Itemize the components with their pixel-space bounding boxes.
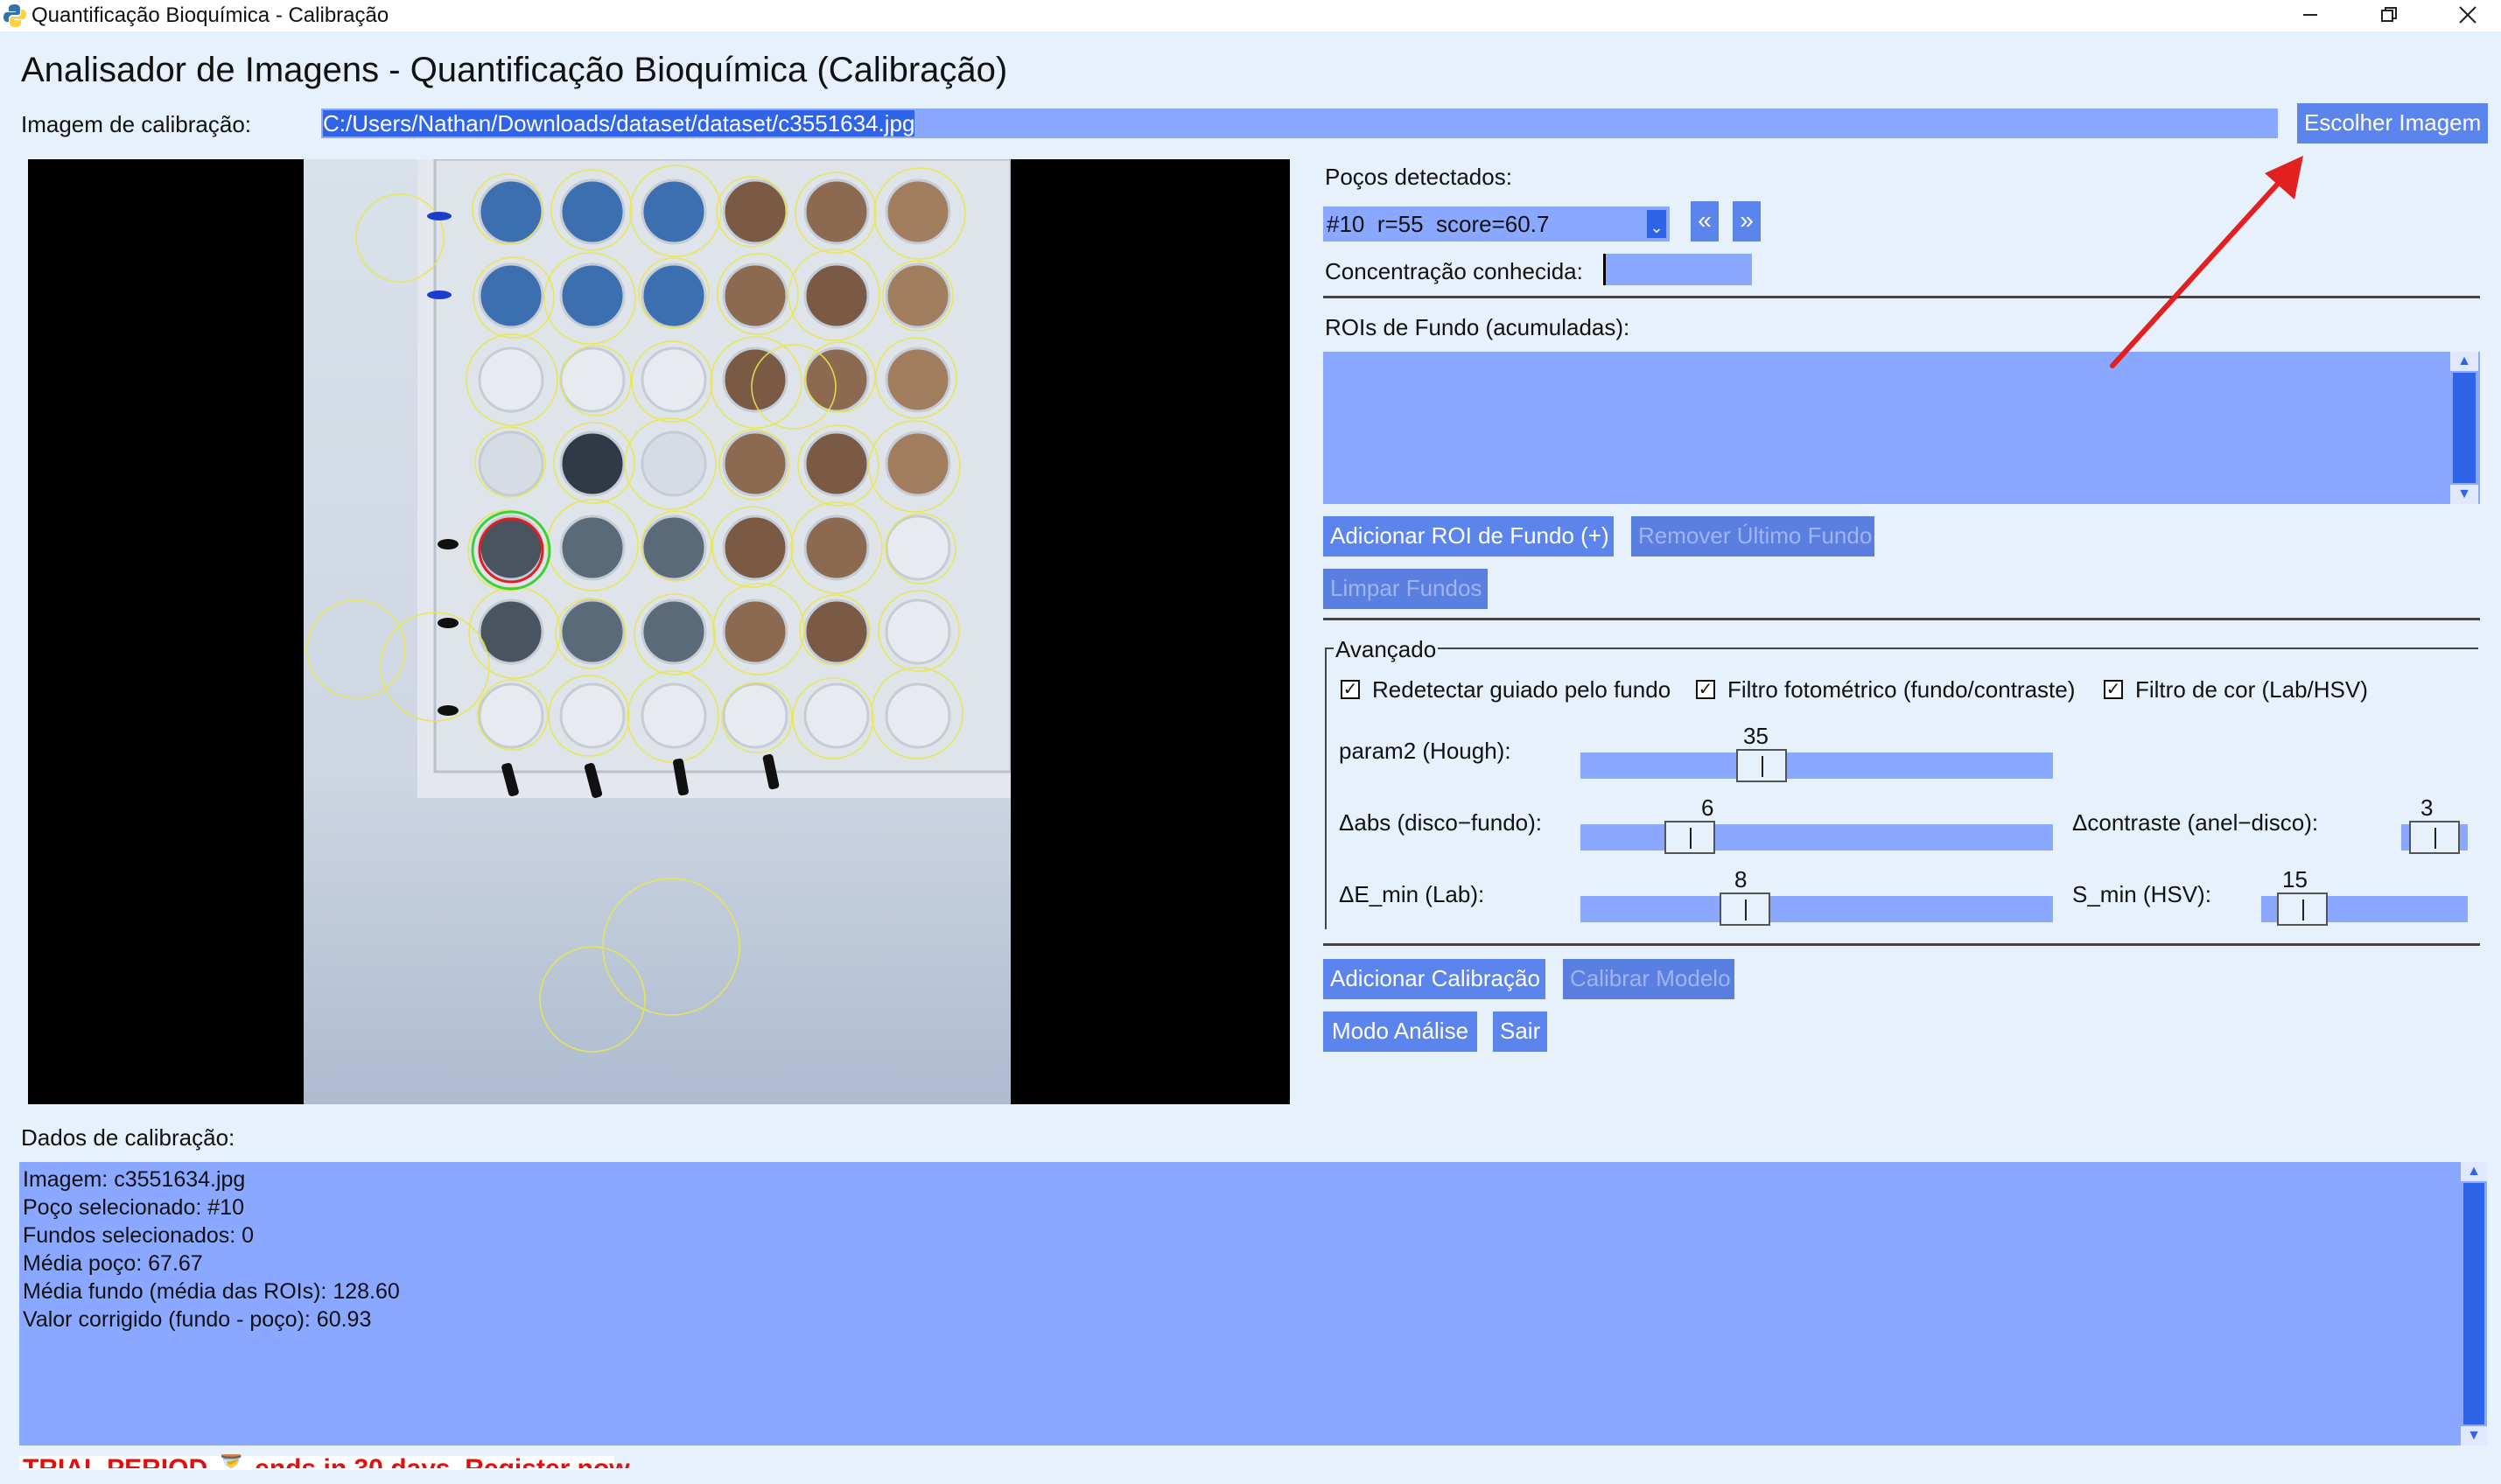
next-well-button[interactable]: » [1733,201,1761,242]
data-line: Valor corrigido (fundo - poço): 60.93 [23,1307,372,1332]
slider-thumb[interactable] [1720,892,1770,926]
data-line: Imagem: c3551634.jpg [23,1167,246,1192]
image-path-label: Imagem de calibração: [21,111,252,137]
param2-value: 35 [1743,723,1769,749]
data-line: Média fundo (média das ROIs): 128.60 [23,1279,400,1304]
roi-list-scrollbar[interactable]: ▲ ▼ [2450,352,2478,504]
param2-label: param2 (Hough): [1339,738,1511,764]
demin-value: 8 [1734,866,1748,892]
exit-button[interactable]: Sair [1493,1012,1547,1052]
demin-slider[interactable] [1580,892,2053,926]
checkbox-check-icon[interactable]: ✓ [1341,680,1360,699]
param2-slider[interactable] [1580,749,2053,782]
scroll-up-icon[interactable]: ▲ [2450,352,2478,371]
photometric-filter-checkbox[interactable]: ✓ Filtro fotométrico (fundo/contraste) [1696,676,2075,704]
checkbox-check-icon[interactable]: ✓ [2104,680,2123,699]
slider-thumb[interactable] [2277,892,2328,926]
scroll-down-icon[interactable]: ▼ [2450,485,2478,504]
data-line: Poço selecionado: #10 [23,1195,244,1220]
color-filter-label: Filtro de cor (Lab/HSV) [2135,676,2368,703]
separator [1323,943,2480,946]
minimize-icon [2303,14,2317,16]
choose-image-button[interactable]: Escolher Imagem [2297,103,2488,144]
calibration-data-label: Dados de calibração: [21,1124,235,1151]
image-canvas[interactable] [28,159,1290,1104]
redetect-checkbox[interactable]: ✓ Redetectar guiado pelo fundo [1341,676,1671,704]
known-concentration-input[interactable] [1603,254,1752,285]
annotation-arrow [2110,156,2303,368]
data-line: Fundos selecionados: 0 [23,1223,255,1248]
restore-icon [2381,7,2397,22]
minimize-button[interactable] [2275,0,2345,30]
dabs-label: Δabs (disco−fundo): [1339,809,1542,836]
scroll-thumb[interactable] [2453,373,2476,483]
data-line: Média poço: 67.67 [23,1251,203,1276]
redetect-checkbox-label: Redetectar guiado pelo fundo [1372,676,1671,703]
checkbox-check-icon[interactable]: ✓ [1696,680,1715,699]
python-app-icon [4,4,26,27]
calibrate-model-button[interactable]: Calibrar Modelo [1563,959,1734,999]
smin-label: S_min (HSV): [2072,881,2211,907]
trial-banner: TRIAL PERIOD ⏳ ends in 30 days. Register… [23,1454,636,1468]
window-title: Quantificação Bioquímica - Calibração [32,4,389,27]
dcontrast-value: 3 [2420,794,2434,821]
chevron-down-icon[interactable]: ⌄ [1647,210,1666,238]
remove-last-background-button[interactable]: Remover Último Fundo [1631,516,1874,556]
clear-backgrounds-button[interactable]: Limpar Fundos [1323,569,1488,609]
advanced-group-label: Avançado [1334,635,1439,663]
dabs-slider[interactable] [1580,821,2053,854]
slider-thumb[interactable] [1664,821,1715,854]
smin-slider[interactable] [2261,892,2468,926]
add-background-roi-button[interactable]: Adicionar ROI de Fundo (+) [1323,516,1614,556]
well-select[interactable]: #10 r=55 score=60.7 ⌄ [1323,206,1670,242]
known-concentration-label: Concentração conhecida: [1325,258,1583,284]
calibration-data-text[interactable]: Imagem: c3551634.jpg Poço selecionado: #… [19,1162,2461,1446]
slider-thumb[interactable] [2409,821,2460,854]
calibration-data-scrollbar[interactable]: ▲ ▼ [2461,1162,2487,1446]
slider-thumb[interactable] [1736,749,1787,782]
well-select-value: #10 r=55 score=60.7 [1327,211,1550,237]
demin-label: ΔE_min (Lab): [1339,881,1485,907]
detected-wells-label: Poços detectados: [1325,164,1512,190]
previous-well-button[interactable]: « [1691,201,1719,242]
background-rois-label: ROIs de Fundo (acumuladas): [1325,314,1630,340]
dcontrast-label: Δcontraste (anel−disco): [2072,809,2319,836]
scroll-up-icon[interactable]: ▲ [2461,1162,2487,1181]
close-icon [2459,6,2476,24]
scroll-thumb[interactable] [2463,1183,2484,1424]
well-plate-photo [304,159,1011,1104]
analysis-mode-button[interactable]: Modo Análise [1323,1012,1477,1052]
add-calibration-button[interactable]: Adicionar Calibração [1323,959,1545,999]
image-path-field[interactable]: C:/Users/Nathan/Downloads/dataset/datase… [321,108,2278,138]
app-heading: Analisador de Imagens - Quantificação Bi… [21,51,1008,89]
color-filter-checkbox[interactable]: ✓ Filtro de cor (Lab/HSV) [2104,676,2368,704]
smin-value: 15 [2282,866,2308,892]
maximize-button[interactable] [2354,0,2424,30]
image-path-text: C:/Users/Nathan/Downloads/dataset/datase… [323,110,915,136]
separator [1323,618,2480,620]
dcontrast-slider[interactable] [2401,821,2468,854]
close-button[interactable] [2433,0,2501,30]
dabs-value: 6 [1701,794,1714,821]
scroll-down-icon[interactable]: ▼ [2461,1426,2487,1446]
photometric-filter-label: Filtro fotométrico (fundo/contraste) [1727,676,2076,703]
